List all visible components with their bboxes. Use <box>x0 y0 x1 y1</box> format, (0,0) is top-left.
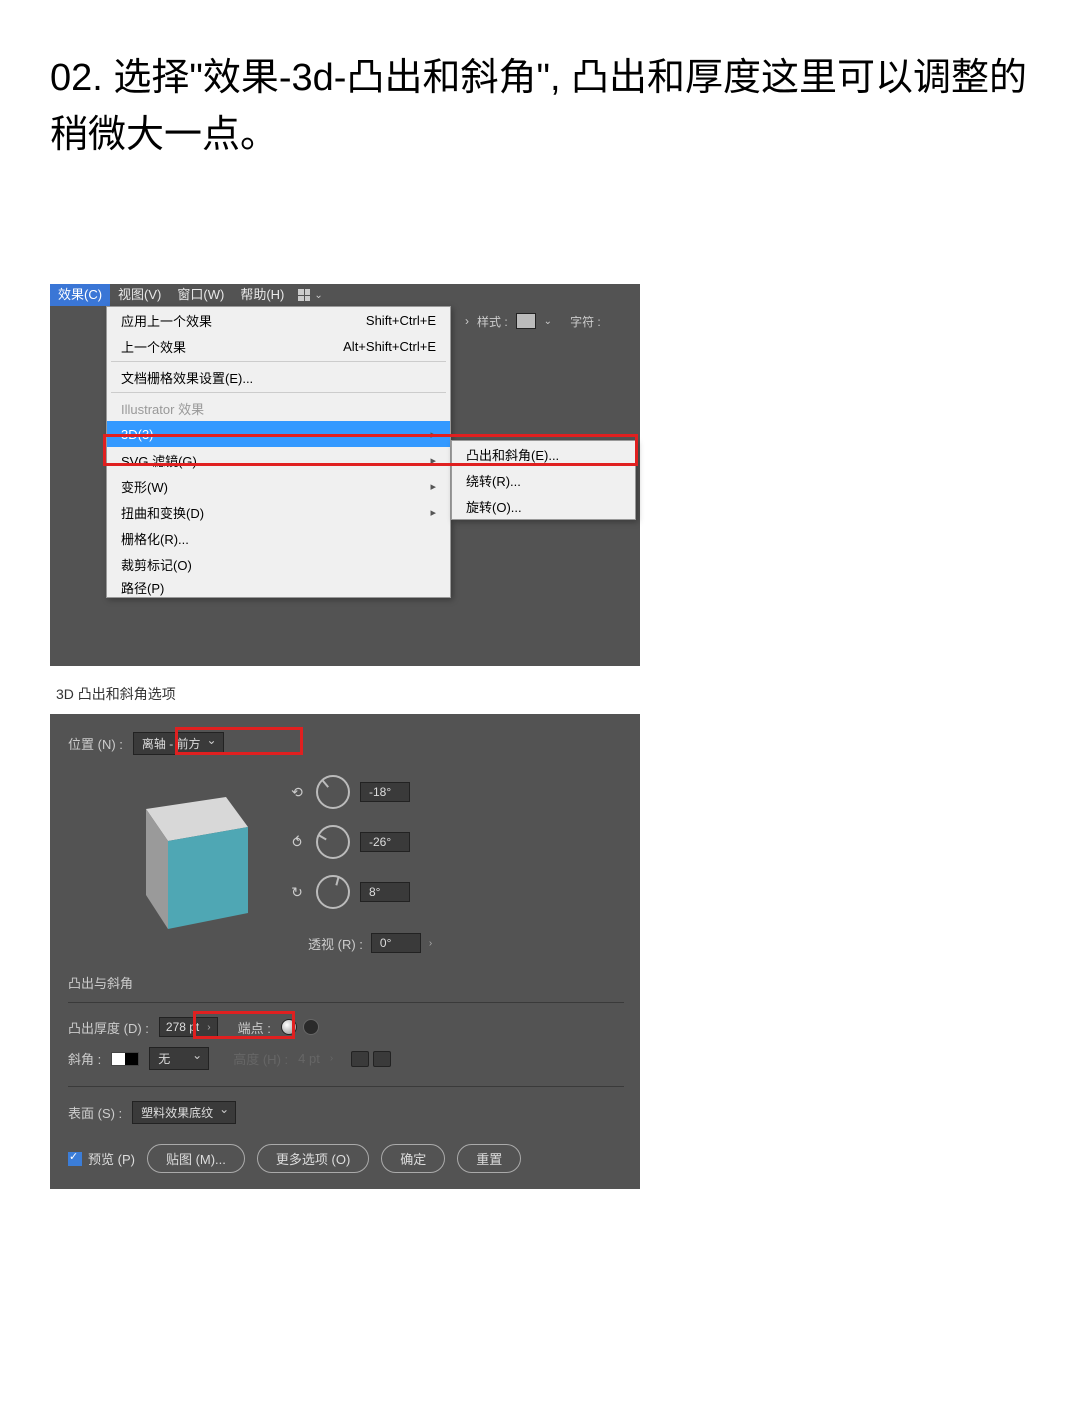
bevel-select[interactable]: 无 <box>149 1047 209 1070</box>
menu-apply-last-effect[interactable]: 应用上一个效果 Shift+Ctrl+E <box>107 307 450 333</box>
height-label: 高度 (H) : <box>233 1049 288 1068</box>
menu-item-label: 上一个效果 <box>121 337 186 356</box>
checkbox-icon <box>68 1152 82 1166</box>
bevel-swatch <box>111 1052 139 1066</box>
style-swatch[interactable] <box>516 313 536 329</box>
char-label: 字符 : <box>570 313 601 330</box>
perspective-label: 透视 (R) : <box>308 934 363 953</box>
chevron-icon: › <box>330 1053 333 1064</box>
menu-warp[interactable]: 变形(W) ▸ <box>107 473 450 499</box>
menu-item-label: 3D(3) <box>121 427 154 442</box>
divider <box>68 1086 624 1087</box>
perspective-input[interactable]: 0° <box>371 933 421 953</box>
preview-label: 预览 (P) <box>88 1149 135 1168</box>
reset-button[interactable]: 重置 <box>457 1144 521 1173</box>
instruction-title: 02. 选择"效果-3d-凸出和斜角", 凸出和厚度这里可以调整的稍微大一点。 <box>50 50 1030 164</box>
menu-window[interactable]: 窗口(W) <box>169 284 232 306</box>
dial-y[interactable] <box>316 825 350 859</box>
bevel-out-icon <box>373 1051 391 1067</box>
ok-button[interactable]: 确定 <box>381 1144 445 1173</box>
extrude-section-header: 凸出与斜角 <box>68 973 624 992</box>
menu-3d[interactable]: 3D(3) ▸ <box>107 421 450 447</box>
angle-y-input[interactable]: -26° <box>360 832 410 852</box>
menu-rasterize[interactable]: 栅格化(R)... <box>107 525 450 551</box>
angle-z-input[interactable]: 8° <box>360 882 410 902</box>
rotate-x-icon: ⟲ <box>288 784 306 801</box>
preview-checkbox[interactable]: 预览 (P) <box>68 1149 135 1168</box>
menu-view[interactable]: 视图(V) <box>110 284 169 306</box>
menu-shortcut: Shift+Ctrl+E <box>366 313 436 328</box>
position-select[interactable]: 离轴 - 前方 <box>133 732 224 755</box>
menu-item-label: 裁剪标记(O) <box>121 555 192 574</box>
bevel-label: 斜角 : <box>68 1049 101 1068</box>
depth-value: 278 pt <box>166 1020 199 1034</box>
dial-z[interactable] <box>316 875 350 909</box>
rotate-z-icon: ↻ <box>288 884 306 901</box>
separator <box>111 392 446 393</box>
3d-options-dialog: 位置 (N) : 离轴 - 前方 ⟲ -18° ⥀ <box>50 714 640 1189</box>
divider <box>68 1002 624 1003</box>
cap-toggle[interactable] <box>281 1019 319 1035</box>
menu-last-effect[interactable]: 上一个效果 Alt+Shift+Ctrl+E <box>107 333 450 359</box>
menu-item-label: 文档栅格效果设置(E)... <box>121 368 253 387</box>
effect-dropdown: 应用上一个效果 Shift+Ctrl+E 上一个效果 Alt+Shift+Ctr… <box>106 306 451 598</box>
rotation-cube-preview[interactable] <box>108 769 258 939</box>
surface-select[interactable]: 塑料效果底纹 <box>132 1101 236 1124</box>
rotate-y-icon: ⥀ <box>288 834 306 851</box>
menu-item-label: 扭曲和变换(D) <box>121 503 204 522</box>
bevel-in-icon <box>351 1051 369 1067</box>
menu-shortcut: Alt+Shift+Ctrl+E <box>343 339 436 354</box>
chevron-icon: › <box>207 1022 210 1033</box>
3d-submenu: 凸出和斜角(E)... 绕转(R)... 旋转(O)... <box>451 440 636 520</box>
depth-label: 凸出厚度 (D) : <box>68 1018 149 1037</box>
separator <box>111 361 446 362</box>
menu-doc-raster[interactable]: 文档栅格效果设置(E)... <box>107 364 450 390</box>
cap-off-icon[interactable] <box>303 1019 319 1035</box>
menu-item-label: 应用上一个效果 <box>121 311 212 330</box>
menu-distort[interactable]: 扭曲和变换(D) ▸ <box>107 499 450 525</box>
menu-section-header: Illustrator 效果 <box>107 395 450 421</box>
cap-label: 端点 : <box>238 1018 271 1037</box>
style-label: 样式 : <box>477 313 508 330</box>
submenu-extrude-bevel[interactable]: 凸出和斜角(E)... <box>452 441 635 467</box>
menu-screenshot: 效果(C) 视图(V) 窗口(W) 帮助(H) ⌄ › 样式 : ⌄ 字符 : … <box>50 284 640 666</box>
workspace-icon[interactable]: ⌄ <box>298 289 322 301</box>
chevron-down-icon[interactable]: ⌄ <box>544 316 552 327</box>
more-options-button[interactable]: 更多选项 (O) <box>257 1144 369 1173</box>
dialog-title: 3D 凸出和斜角选项 <box>50 680 1030 714</box>
menu-effect[interactable]: 效果(C) <box>50 284 110 306</box>
rotation-dials: ⟲ -18° ⥀ -26° ↻ 8° 透视 (R) : 0° › <box>288 775 432 953</box>
submenu-arrow-icon: ▸ <box>430 428 436 441</box>
menubar: 效果(C) 视图(V) 窗口(W) 帮助(H) ⌄ <box>50 284 640 306</box>
submenu-arrow-icon: ▸ <box>430 454 436 467</box>
menu-svg-filter[interactable]: SVG 滤镜(G) ▸ <box>107 447 450 473</box>
menu-crop-marks[interactable]: 裁剪标记(O) <box>107 551 450 577</box>
submenu-rotate[interactable]: 旋转(O)... <box>452 493 635 519</box>
submenu-arrow-icon: ▸ <box>430 480 436 493</box>
menu-item-label: 路径(P) <box>121 578 164 597</box>
menu-path[interactable]: 路径(P) <box>107 577 450 597</box>
submenu-arrow-icon: ▸ <box>430 506 436 519</box>
chevron-icon[interactable]: › <box>429 938 432 949</box>
menu-item-label: SVG 滤镜(G) <box>121 451 197 470</box>
menu-item-label: 变形(W) <box>121 477 168 496</box>
height-value: 4 pt <box>298 1051 320 1066</box>
submenu-revolve[interactable]: 绕转(R)... <box>452 467 635 493</box>
menu-item-label: 栅格化(R)... <box>121 529 189 548</box>
chevron-right-icon[interactable]: › <box>465 314 469 328</box>
angle-x-input[interactable]: -18° <box>360 782 410 802</box>
section-label: Illustrator 效果 <box>121 399 204 418</box>
depth-input[interactable]: 278 pt › <box>159 1017 218 1037</box>
position-label: 位置 (N) : <box>68 734 123 753</box>
dial-x[interactable] <box>316 775 350 809</box>
map-art-button[interactable]: 贴图 (M)... <box>147 1144 245 1173</box>
cap-on-icon[interactable] <box>281 1019 297 1035</box>
surface-label: 表面 (S) : <box>68 1103 122 1122</box>
menu-help[interactable]: 帮助(H) <box>232 284 292 306</box>
